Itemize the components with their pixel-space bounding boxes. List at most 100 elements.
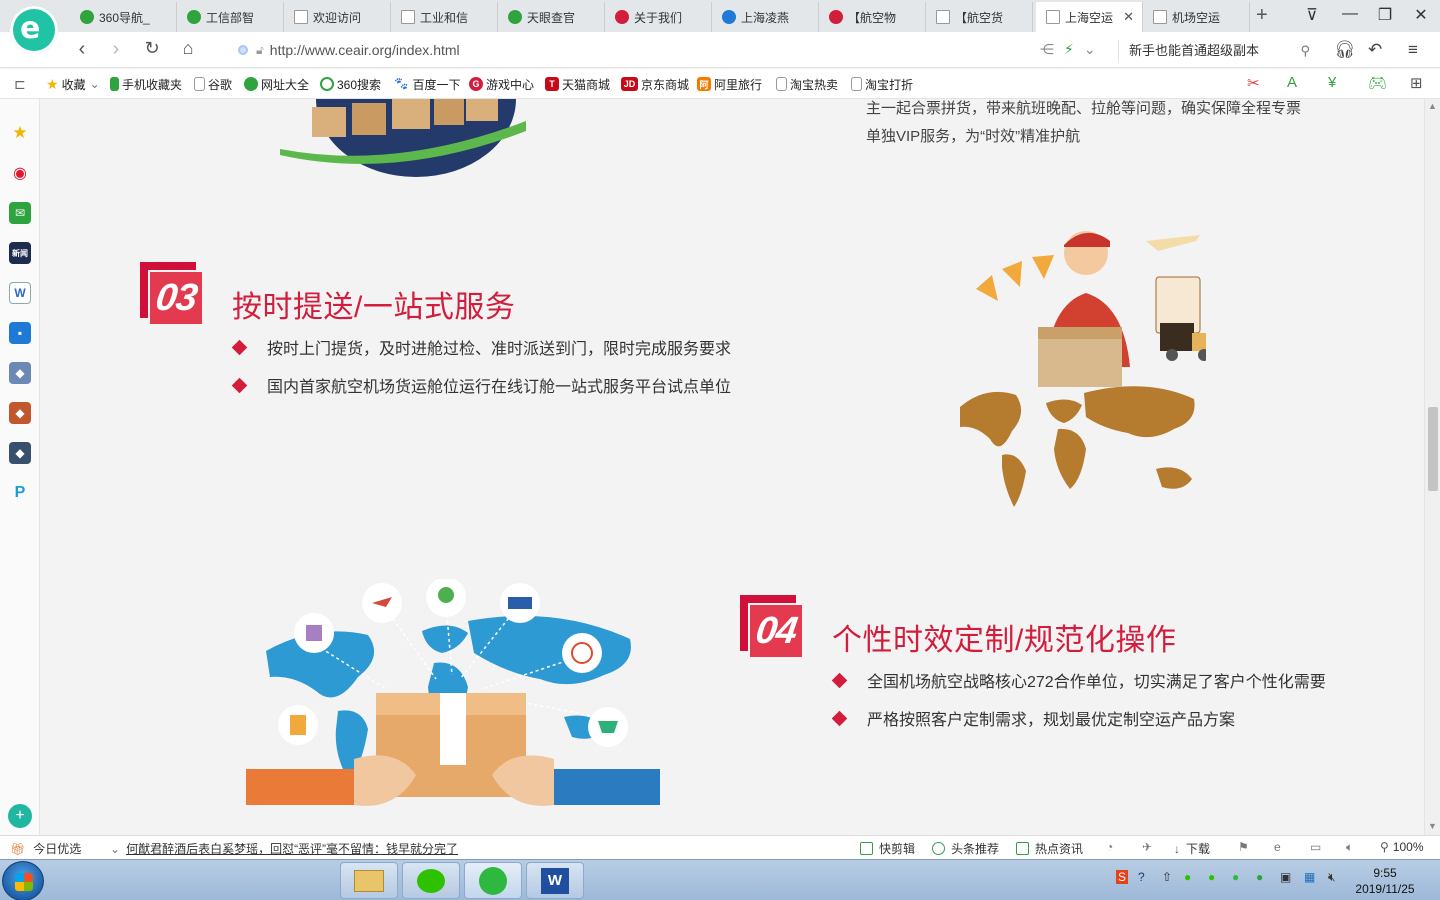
undo-icon[interactable]: ↶	[1368, 40, 1382, 60]
game-app-icon[interactable]: ◆	[9, 442, 31, 464]
tray-arrow-icon[interactable]: ⇧	[1162, 870, 1172, 884]
bookmark-item[interactable]: 🐾︎ 百度一下	[393, 75, 461, 93]
bookmark-item[interactable]: 谷歌	[194, 75, 232, 93]
apps-icon[interactable]: ⊞	[1410, 74, 1423, 92]
tab[interactable]: 上海凌燕	[712, 2, 819, 32]
taskbar-wechat[interactable]	[402, 862, 460, 899]
p-app-icon[interactable]: P	[9, 482, 31, 504]
game-app-icon[interactable]: ◆	[9, 362, 31, 384]
tab[interactable]: 天眼查官	[498, 2, 605, 32]
bookmark-favorites[interactable]: ★ 收藏 ⌄	[46, 75, 100, 93]
news-ticker[interactable]: ⌄ 何猷君醉酒后表白奚梦瑶，回怼“恶评”毫不留情：钱早就分完了	[110, 840, 458, 857]
tab[interactable]: 关于我们	[605, 2, 712, 32]
translate-icon[interactable]: A	[1287, 74, 1297, 91]
pin-icon[interactable]: ✈	[1142, 840, 1152, 854]
taskbar-browser[interactable]	[464, 862, 522, 899]
bookmark-item[interactable]: 手机收藏夹	[110, 75, 182, 93]
status-item[interactable]: 热点资讯	[1016, 840, 1083, 857]
status-item[interactable]: 头条推荐	[932, 840, 999, 857]
tab[interactable]: 欢迎访问	[284, 2, 391, 32]
game-app-icon[interactable]: ◆	[9, 402, 31, 424]
vertical-scrollbar[interactable]: ▲ ▼	[1424, 99, 1440, 835]
tab-close-icon[interactable]: ✕	[1123, 9, 1134, 25]
weibo-icon[interactable]: ◉	[9, 162, 31, 184]
tab-label: 欢迎访问	[313, 10, 362, 25]
display-icon[interactable]: ▦	[1304, 870, 1315, 884]
network-icon[interactable]: ▣	[1280, 870, 1291, 884]
share-icon[interactable]: ⋲	[1040, 41, 1054, 58]
today-picks[interactable]: 🎁︎ 今日优选	[10, 840, 81, 857]
chat-icon[interactable]: ▪	[9, 322, 31, 344]
restore-tabs-icon[interactable]: ⊽	[1301, 5, 1323, 25]
yuan-icon[interactable]: ¥	[1328, 74, 1336, 91]
tab-label: 上海凌燕	[741, 10, 790, 25]
sidebar-toggle-icon[interactable]: ⊏	[14, 75, 26, 93]
bookmark-item[interactable]: JD 京东商城	[621, 75, 689, 93]
news-app-icon[interactable]: 新闻	[9, 242, 31, 264]
bookmark-item[interactable]: 网址大全	[244, 75, 309, 93]
forward-icon[interactable]: ›	[104, 38, 128, 61]
taskbar-word[interactable]: W	[526, 862, 584, 899]
volume-icon[interactable]: 🔈︎	[1346, 840, 1353, 855]
tab[interactable]: 机场空运	[1143, 2, 1250, 32]
add-sidebar-icon[interactable]: +	[8, 804, 32, 828]
flag-icon[interactable]: ⚑	[1238, 840, 1249, 854]
minimize-icon[interactable]: —	[1339, 5, 1361, 23]
menu-icon[interactable]: ≡	[1408, 40, 1418, 60]
tab[interactable]: 【航空物	[819, 2, 926, 32]
bookmark-item[interactable]: T 天猫商城	[545, 75, 610, 93]
browser-tray-icon[interactable]: ●	[1232, 870, 1239, 884]
favorites-star-icon[interactable]: ★	[9, 122, 31, 144]
ie-icon[interactable]: e	[1274, 840, 1281, 854]
tab[interactable]: 360导航_	[70, 2, 177, 32]
scissors-icon[interactable]: ✂	[1247, 74, 1260, 92]
zoom-control[interactable]: ⚲ 100%	[1380, 840, 1424, 854]
speed-icon[interactable]: ⚡︎	[1064, 41, 1074, 58]
wechat-tray-icon[interactable]: ●	[1184, 870, 1191, 884]
sogou-ime-icon[interactable]: S	[1116, 870, 1129, 884]
chevron-down-icon[interactable]: ⌄	[1084, 41, 1096, 58]
bookmark-item[interactable]: 淘宝打折	[851, 75, 913, 93]
bookmark-label: 谷歌	[208, 77, 233, 92]
search-icon[interactable]: ⚲	[1300, 40, 1310, 62]
home-icon[interactable]: ⌂	[176, 38, 200, 59]
volume-muted-icon[interactable]: 🔇︎	[1328, 870, 1336, 885]
taskbar-explorer[interactable]	[340, 862, 398, 899]
browser-logo-icon[interactable]: e	[10, 6, 58, 54]
tab[interactable]: 【航空货	[926, 2, 1033, 32]
system-clock[interactable]: 9:55 2019/11/25	[1350, 865, 1420, 897]
tab-active[interactable]: 上海空运 ✕	[1036, 2, 1143, 32]
status-item[interactable]: 快剪辑	[860, 840, 915, 857]
news-icon	[1016, 842, 1029, 855]
360-tray-icon[interactable]: ●	[1256, 870, 1263, 884]
scroll-down-icon[interactable]: ▼	[1428, 821, 1437, 831]
scroll-up-icon[interactable]: ▲	[1428, 101, 1437, 111]
tab[interactable]: 工信部智	[177, 2, 284, 32]
bookmark-item[interactable]: 淘宝热卖	[776, 75, 838, 93]
tab-favicon-icon	[80, 10, 94, 24]
url-input[interactable]: 🔓︎ http://www.ceair.org/index.html	[232, 38, 1032, 62]
start-button[interactable]	[2, 861, 44, 900]
gamepad-icon[interactable]: 🎮︎	[1368, 74, 1387, 92]
downloads[interactable]: ↓ 下载	[1174, 840, 1210, 857]
window-icon[interactable]: ▭	[1310, 840, 1321, 854]
help-icon[interactable]: ?	[1138, 870, 1145, 884]
speed-test-icon[interactable]: ◔	[1106, 840, 1113, 854]
close-window-icon[interactable]: ✕	[1410, 5, 1432, 25]
back-icon[interactable]: ‹	[70, 38, 94, 61]
scrollbar-thumb[interactable]	[1428, 407, 1438, 491]
word-doc-icon[interactable]: W	[9, 282, 31, 304]
mail-icon[interactable]: ✉	[9, 202, 31, 224]
bookmark-item[interactable]: 360搜索	[320, 75, 381, 93]
news-link[interactable]: 何猷君醉酒后表白奚梦瑶，回怼“恶评”毫不留情：钱早就分完了	[126, 840, 458, 857]
new-tab-icon[interactable]: +	[1256, 4, 1268, 27]
maximize-icon[interactable]: ❐	[1374, 5, 1396, 25]
bookmark-item[interactable]: G 游戏中心	[469, 75, 534, 93]
unsecure-icon[interactable]: 🔓︎	[256, 43, 264, 58]
headset-icon[interactable]: 🎧︎	[1334, 40, 1356, 60]
refresh-icon[interactable]: ↻	[140, 38, 164, 59]
search-input[interactable]: 新手也能首通超级副本 ⚲	[1118, 40, 1314, 62]
wechat-tray-icon[interactable]: ●	[1208, 870, 1215, 884]
tab[interactable]: 工业和信	[391, 2, 498, 32]
bookmark-item[interactable]: 阿 阿里旅行	[697, 75, 762, 93]
